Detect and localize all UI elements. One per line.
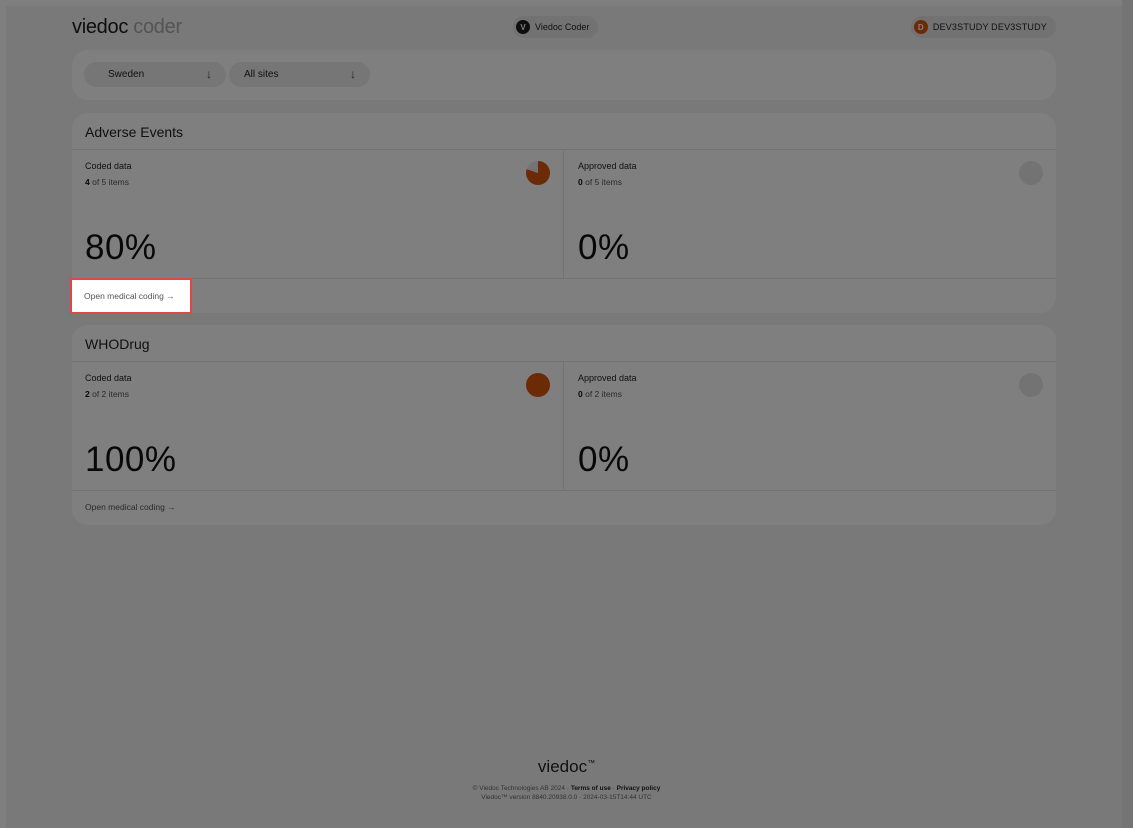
approved-progress-pie xyxy=(1019,161,1043,185)
build-timestamp: 2024-03-15T14:44 UTC xyxy=(583,794,652,801)
terms-of-use-link[interactable]: Terms of use xyxy=(571,785,611,792)
whodrug-card: WHODrug Coded data 2 of 2 items 100% App… xyxy=(72,325,1056,525)
pie-slice xyxy=(526,373,550,397)
divider xyxy=(72,490,1056,491)
coded-progress-pie xyxy=(526,161,550,185)
coded-data-count: 2 of 2 items xyxy=(85,389,129,399)
footer-logo-mark: ™ xyxy=(587,758,596,768)
arrow-down-icon: ↓ xyxy=(206,67,212,81)
separator: · xyxy=(579,794,582,801)
coded-data-label: Coded data xyxy=(85,373,132,383)
user-avatar-icon: D xyxy=(913,20,928,34)
privacy-policy-link[interactable]: Privacy policy xyxy=(617,785,661,792)
footer-logo-text: viedoc xyxy=(537,757,588,776)
site-select-value: All sites xyxy=(244,69,279,80)
site-select[interactable]: All sites ↓ xyxy=(229,62,370,87)
top-header: viedoc coder V Viedoc Coder D DEV3STUDY … xyxy=(72,16,1056,38)
approved-progress-pie xyxy=(1019,373,1043,397)
coded-count-suffix: of 5 items xyxy=(89,177,129,187)
divider xyxy=(72,361,1056,362)
approved-data-label: Approved data xyxy=(578,373,637,383)
approved-percentage: 0% xyxy=(578,228,630,267)
approved-percentage: 0% xyxy=(578,440,630,479)
coded-data-count: 4 of 5 items xyxy=(85,177,129,187)
pie-background xyxy=(1019,373,1043,397)
version-text: Viedoc™ version 8840.20938.0.0 xyxy=(481,794,578,801)
country-select[interactable]: Sweden ↓ xyxy=(84,62,226,87)
coded-count-suffix: of 2 items xyxy=(89,389,129,399)
open-medical-coding-link[interactable]: Open medical coding → xyxy=(85,502,176,512)
divider xyxy=(72,278,1056,279)
logo-sub: coder xyxy=(133,16,182,38)
copyright-text: © Viedoc Technologies AB 2024 xyxy=(472,785,566,792)
divider xyxy=(563,149,564,279)
filter-bar: Sweden ↓ All sites ↓ xyxy=(72,50,1056,100)
divider xyxy=(563,361,564,491)
footer-viedoc-logo: viedoc™ xyxy=(0,757,1133,777)
scrollbar-track[interactable] xyxy=(1122,0,1133,828)
card-title: WHODrug xyxy=(85,336,150,352)
app-avatar-icon: V xyxy=(516,20,530,34)
open-medical-coding-link[interactable]: Open medical coding → xyxy=(70,278,192,314)
app-switcher-label: Viedoc Coder xyxy=(535,22,590,32)
separator: · xyxy=(612,785,615,792)
approved-data-count: 0 of 2 items xyxy=(578,389,622,399)
logo-main: viedoc xyxy=(72,16,129,38)
card-title: Adverse Events xyxy=(85,124,184,140)
footer-legal-line: © Viedoc Technologies AB 2024 · Terms of… xyxy=(0,785,1133,792)
viedoc-coder-logo[interactable]: viedoc coder xyxy=(72,16,182,38)
user-menu-button[interactable]: D DEV3STUDY DEV3STUDY xyxy=(910,16,1056,38)
coded-percentage: 100% xyxy=(85,440,177,479)
app-switcher-button[interactable]: V Viedoc Coder xyxy=(513,16,599,38)
footer-version-line: Viedoc™ version 8840.20938.0.0 · 2024-03… xyxy=(0,794,1133,801)
arrow-down-icon: ↓ xyxy=(350,67,356,81)
user-name-label: DEV3STUDY DEV3STUDY xyxy=(932,22,1047,32)
divider xyxy=(72,149,1056,150)
pie-background xyxy=(1019,161,1043,185)
country-select-value: Sweden xyxy=(108,69,145,80)
adverse-events-card: Adverse Events Coded data 4 of 5 items 8… xyxy=(72,113,1056,313)
approved-data-label: Approved data xyxy=(578,161,637,171)
separator: · xyxy=(566,785,570,792)
coded-progress-pie xyxy=(526,373,550,397)
coded-percentage: 80% xyxy=(85,228,157,267)
approved-data-count: 0 of 5 items xyxy=(578,177,622,187)
coded-data-label: Coded data xyxy=(85,161,132,171)
approved-count-suffix: of 2 items xyxy=(582,389,622,399)
approved-count-suffix: of 5 items xyxy=(582,177,622,187)
